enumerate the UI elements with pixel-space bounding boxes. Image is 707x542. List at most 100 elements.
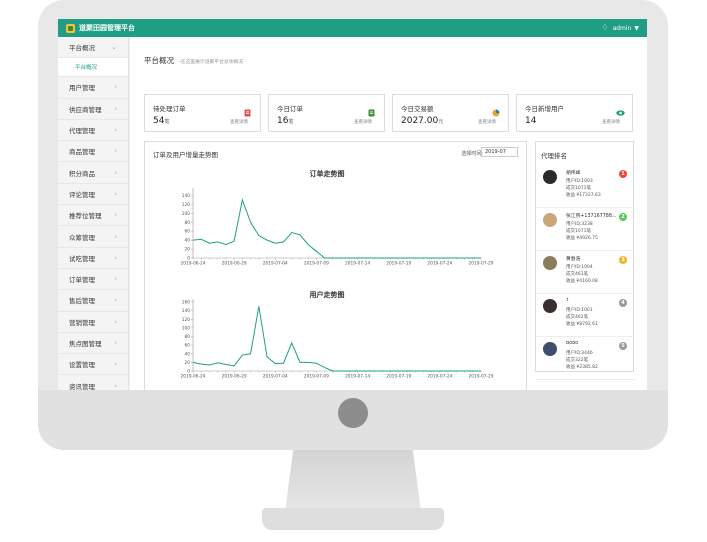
stat-label: 今日交易额 [401, 105, 434, 113]
x-tick-label: 2019-06-24 [181, 261, 206, 267]
sidebar-item[interactable]: 用户管理 › [58, 77, 128, 99]
stat-label: 今日新增用户 [525, 105, 564, 113]
page-title: 平台概况 [144, 56, 174, 65]
ranking-item[interactable]: 胡伟峰 用户ID:1003 成交1071笔 收益 ¥17337.63 1 [536, 162, 635, 208]
chevron-right-icon: › [114, 339, 117, 347]
rank-badge: 2 [619, 213, 627, 221]
logo-icon [66, 23, 75, 33]
main-content: 平台概况 -在这里展示道聚平台总体概况 待处理订单 54笔 查看详情 今日订单 16笔 查… [130, 37, 647, 390]
x-tick-label: 2019-07-24 [427, 374, 452, 380]
y-tick-label: 40 [185, 238, 191, 244]
x-tick-label: 2019-06-29 [222, 261, 247, 267]
sidebar-item[interactable]: 商品管理 › [58, 141, 128, 163]
agent-id: 用户ID:3238 [566, 222, 593, 227]
agent-income: 收益 ¥8792.61 [566, 322, 598, 327]
avatar [543, 342, 557, 356]
y-tick-label: 60 [185, 343, 191, 349]
chevron-right-icon: › [114, 104, 117, 113]
agent-name: Y [566, 298, 569, 303]
sidebar-item[interactable]: 平台概况 ⌄ [58, 37, 128, 59]
agent-id: 用户ID:1003 [566, 179, 593, 184]
sidebar-item[interactable]: 众筹管理 › [58, 226, 128, 248]
view-details-link[interactable]: 查看详情 [354, 119, 372, 125]
monitor-base [262, 508, 444, 530]
ranking-item[interactable]: Bobo 用户ID:3446 成交322笔 收益 ¥2385.82 5 [536, 334, 635, 380]
x-tick-label: 2019-07-19 [386, 261, 411, 267]
trend-panel: 订单走势图 0 20 40 60 80 100 120 140 2019-06-24 2019-06… [144, 141, 527, 390]
time-picker-input[interactable]: 2019-07 [481, 147, 518, 157]
sidebar-item[interactable]: 评论管理 › [58, 184, 128, 206]
chart-title: 订单走势图 [310, 169, 345, 178]
chevron-right-icon: › [114, 232, 117, 241]
sidebar-item-label: 代理管理 [69, 127, 95, 136]
sidebar-item-label: 资讯管理 [69, 382, 95, 390]
sidebar: 平台概况 ⌄ 平台概况 用户管理 › 供应商管理 › 代理管理 › 商品管理 › 积分商品 › 评论管理 ›… [58, 37, 129, 390]
agent-income: 收益 ¥4160.08 [566, 279, 598, 284]
sidebar-subitem[interactable]: 平台概况 [58, 58, 128, 78]
chevron-right-icon: › [114, 147, 117, 156]
sidebar-item[interactable]: 设置管理 › [58, 354, 128, 376]
y-tick-label: 160 [182, 300, 190, 306]
sidebar-item[interactable]: 营销管理 › [58, 312, 128, 333]
chevron-right-icon: › [114, 83, 117, 92]
chevron-right-icon: › [114, 189, 117, 198]
sidebar-item[interactable]: 积分商品 › [58, 162, 128, 184]
y-tick-label: 140 [182, 308, 190, 314]
view-details-link[interactable]: 查看详情 [602, 119, 620, 125]
chevron-right-icon: › [114, 360, 117, 369]
ranking-title: 代理排名 [541, 152, 567, 160]
monitor-stand [285, 450, 421, 512]
desktop-stage: 道聚田园管理平台 ♢ admin ▼ 平台概况 ⌄ 平台概况 用户管理 › 供应商管理 › 代… [0, 0, 707, 542]
y-tick-label: 20 [185, 360, 191, 366]
rank-badge: 4 [619, 299, 627, 307]
x-tick-label: 2019-07-04 [263, 261, 288, 267]
agent-name: Bobo [566, 341, 579, 346]
stat-card: 待处理订单 54笔 查看详情 [144, 94, 261, 132]
agent-id: 用户ID:1001 [566, 308, 593, 313]
sidebar-item-label: 供应商管理 [69, 105, 102, 114]
sidebar-item[interactable]: 供应商管理 › [58, 99, 128, 120]
y-tick-label: 100 [182, 211, 190, 217]
ranking-item[interactable]: Y 用户ID:1001 成交462笔 收益 ¥8792.61 4 [536, 291, 635, 337]
stat-card: 今日订单 16笔 查看详情 [268, 94, 385, 132]
sidebar-item[interactable]: 订单管理 › [58, 269, 128, 291]
chevron-right-icon: › [114, 211, 117, 220]
rank-badge: 5 [619, 342, 627, 350]
sidebar-item[interactable]: 售后管理 › [58, 290, 128, 312]
view-details-link[interactable]: 查看详情 [230, 119, 248, 125]
x-tick-label: 2019-07-19 [386, 374, 411, 380]
ranking-item[interactable]: 张江燕+137167788… 用户ID:3238 成交1071笔 收益 ¥4926.7… [536, 205, 635, 251]
view-details-link[interactable]: 查看详情 [478, 119, 496, 125]
app-title: 道聚田园管理平台 [79, 24, 135, 32]
page-description: -在这里展示道聚平台总体概况 [179, 60, 244, 65]
stat-card: 今日交易额 2027.00元 查看详情 [392, 94, 509, 132]
sidebar-item[interactable]: 试吃管理 › [58, 248, 128, 269]
chevron-right-icon: › [114, 126, 117, 135]
sidebar-item[interactable]: 代理管理 › [58, 120, 128, 142]
sidebar-item[interactable]: 推荐位管理 › [58, 205, 128, 227]
sidebar-item[interactable]: 资讯管理 › [58, 375, 128, 390]
agent-name: 黄春浩 [566, 257, 581, 262]
sidebar-item-label: 焦点图管理 [69, 340, 102, 348]
sidebar-item-label: 众筹管理 [69, 233, 95, 242]
avatar [543, 299, 557, 313]
ranking-item[interactable]: 黄春浩 用户ID:1004 成交461笔 收益 ¥4160.08 3 [536, 248, 635, 294]
chevron-right-icon: › [114, 296, 117, 305]
sidebar-item-label: 评论管理 [69, 190, 95, 199]
agent-ranking-panel: 代理排名 胡伟峰 用户ID:1003 成交1071笔 收益 ¥17337.63 1 张江燕… [535, 141, 635, 380]
y-tick-label: 100 [182, 325, 190, 331]
pie-icon [492, 102, 500, 117]
sidebar-item-label: 设置管理 [69, 361, 95, 370]
sidebar-item-label: 订单管理 [69, 276, 95, 285]
x-tick-label: 2019-07-14 [345, 261, 370, 267]
user-menu[interactable]: ♢ admin ▼ [601, 24, 639, 32]
agent-name: 张江燕+137167788… [566, 214, 616, 219]
x-tick-label: 2019-07-29 [469, 261, 494, 267]
eye-icon [616, 102, 625, 116]
agent-deals: 成交322笔 [566, 358, 589, 363]
x-tick-label: 2019-07-24 [427, 261, 452, 267]
power-button[interactable] [338, 398, 368, 428]
sidebar-item[interactable]: 焦点图管理 › [58, 333, 128, 355]
trend-charts: 订单走势图0204060801001201402019-06-24 2019-06… [181, 169, 494, 380]
agent-id: 用户ID:1004 [566, 265, 593, 270]
